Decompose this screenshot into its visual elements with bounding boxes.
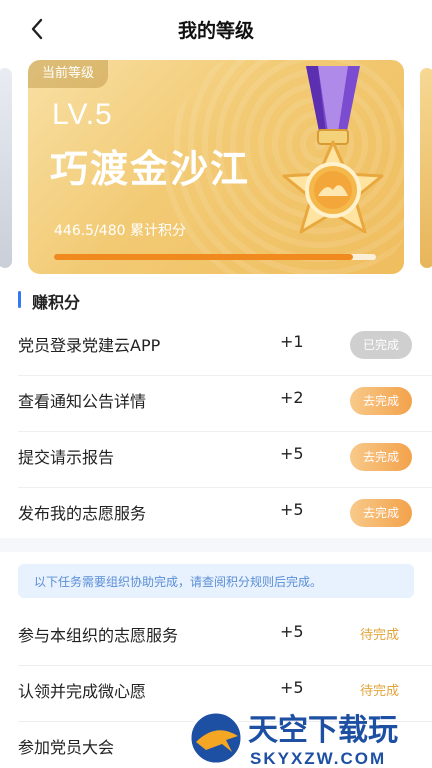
task-name: 发布我的志愿服务 <box>18 504 147 523</box>
task-name: 认领并完成微心愿 <box>18 682 147 701</box>
watermark-logo: 天空下载玩 SKYXZW.COM <box>188 710 398 768</box>
task-name: 参与本组织的志愿服务 <box>18 626 179 645</box>
nav-bar: 我的等级 <box>0 0 432 60</box>
task-points: +5 <box>280 500 304 519</box>
task-row: 提交请示报告 +5 去完成 <box>0 432 432 488</box>
task-name: 查看通知公告详情 <box>18 392 147 411</box>
level-carousel[interactable]: 当前等级 LV.5 巧渡金沙江 446.5/480 累计积分 <box>0 60 432 280</box>
page-title: 我的等级 <box>177 20 254 42</box>
task-points: +5 <box>280 678 304 697</box>
watermark-domain: SKYXZW.COM <box>250 749 386 768</box>
task-points: +1 <box>280 332 304 351</box>
notice-text: 以下任务需要组织协助完成，请查阅积分规则后完成。 <box>34 575 323 589</box>
task-completed-button: 已完成 <box>350 331 412 359</box>
task-row: 党员登录党建云APP +1 已完成 <box>0 320 432 376</box>
section-title: 赚积分 <box>32 293 81 312</box>
go-complete-button[interactable]: 去完成 <box>350 443 412 471</box>
task-row: 查看通知公告详情 +2 去完成 <box>0 376 432 432</box>
task-list: 党员登录党建云APP +1 已完成 查看通知公告详情 +2 去完成 提交请示报告… <box>0 320 432 538</box>
level-number: LV.5 <box>52 98 113 131</box>
go-complete-button[interactable]: 去完成 <box>350 499 412 527</box>
task-name: 提交请示报告 <box>18 448 115 467</box>
org-task-row: 参与本组织的志愿服务 +5 待完成 <box>0 610 432 666</box>
next-level-card[interactable] <box>420 68 432 268</box>
previous-level-card[interactable] <box>0 68 12 268</box>
go-complete-button[interactable]: 去完成 <box>350 387 412 415</box>
points-summary: 446.5/480 累计积分 <box>54 223 186 239</box>
section-gap <box>0 538 432 552</box>
task-points: +2 <box>280 388 304 407</box>
current-level-tag: 当前等级 <box>28 60 109 88</box>
section-accent-bar <box>18 291 21 308</box>
notice-banner: 以下任务需要组织协助完成，请查阅积分规则后完成。 <box>18 564 414 598</box>
level-name: 巧渡金沙江 <box>50 147 251 191</box>
task-points: +5 <box>280 444 304 463</box>
earn-points-header: 赚积分 <box>0 280 432 320</box>
medal-icon <box>282 66 384 234</box>
task-row: 发布我的志愿服务 +5 去完成 <box>0 488 432 544</box>
watermark-brand: 天空下载玩 <box>248 713 398 748</box>
current-level-card: 当前等级 LV.5 巧渡金沙江 446.5/480 累计积分 <box>28 60 404 274</box>
task-name: 参加党员大会 <box>18 738 115 757</box>
task-points: +5 <box>280 622 304 641</box>
pending-status: 待完成 <box>360 628 400 643</box>
task-name: 党员登录党建云APP <box>18 336 161 355</box>
points-progress-bar <box>54 254 376 260</box>
points-progress-fill <box>54 254 354 260</box>
pending-status: 待完成 <box>360 684 400 699</box>
